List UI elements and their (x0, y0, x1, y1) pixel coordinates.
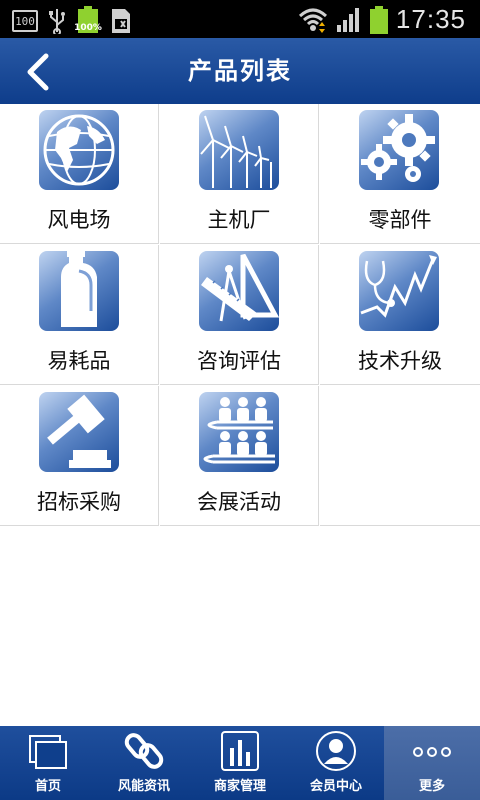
battery-icon (369, 5, 388, 34)
stethoscope-graph-icon (359, 251, 439, 331)
tab-label: 更多 (418, 779, 445, 794)
signal-strength-icon (336, 7, 359, 32)
product-item-oem[interactable]: 主机厂 (160, 104, 319, 244)
product-grid: 风电场 主机厂 零部件 易耗品 咨询评估 技术升级 招标采购 会展活动 (0, 104, 480, 527)
drafting-tools-icon (199, 251, 279, 331)
product-item-tech-upgrade[interactable]: 技术升级 (320, 245, 480, 385)
link-icon (124, 733, 164, 769)
globe-icon (39, 110, 119, 190)
product-label: 主机厂 (207, 208, 271, 232)
product-label: 零部件 (368, 208, 432, 232)
gears-icon (359, 110, 439, 190)
home-pages-icon (29, 735, 67, 769)
user-icon (316, 731, 356, 771)
page-title: 产品列表 (188, 57, 292, 85)
bar-chart-icon (221, 731, 259, 771)
product-item-consulting[interactable]: 咨询评估 (160, 245, 319, 385)
tab-home[interactable]: 首页 (0, 726, 96, 800)
more-dots-icon (413, 747, 451, 757)
product-item-consumables[interactable]: 易耗品 (0, 245, 159, 385)
usb-icon (49, 9, 65, 34)
app-header: 产品列表 (0, 38, 480, 104)
wind-turbines-icon (199, 110, 279, 190)
product-label: 风电场 (47, 208, 111, 232)
product-label: 技术升级 (358, 349, 442, 373)
tab-member-center[interactable]: 会员中心 (288, 726, 384, 800)
battery-full-icon: 100% (74, 6, 102, 36)
status-bar: 100 100% 17:35 (0, 0, 480, 38)
gavel-icon (39, 392, 119, 472)
product-item-components[interactable]: 零部件 (320, 104, 480, 244)
product-label: 易耗品 (47, 349, 111, 373)
meeting-icon (199, 392, 279, 472)
product-item-wind-farm[interactable]: 风电场 (0, 104, 159, 244)
tab-wind-news[interactable]: 风能资讯 (96, 726, 192, 800)
tab-label: 商家管理 (213, 779, 266, 794)
wifi-icon (298, 8, 327, 33)
bottom-tab-bar: 首页 风能资讯 商家管理 会员中心 更多 (0, 726, 480, 800)
clock: 17:35 (395, 4, 466, 34)
product-label: 咨询评估 (197, 349, 281, 373)
storage-indicator-icon: 100 (12, 10, 38, 32)
bottle-icon (39, 251, 119, 331)
product-label: 会展活动 (197, 490, 281, 514)
tab-more[interactable]: 更多 (384, 726, 480, 800)
tab-label: 首页 (34, 779, 61, 794)
product-item-exhibitions[interactable]: 会展活动 (160, 386, 319, 526)
tab-label: 风能资讯 (117, 779, 170, 794)
empty-cell (320, 386, 480, 526)
tab-merchant-management[interactable]: 商家管理 (192, 726, 288, 800)
tab-label: 会员中心 (309, 779, 362, 794)
product-label: 招标采购 (37, 490, 121, 514)
product-item-bidding[interactable]: 招标采购 (0, 386, 159, 526)
sim-card-icon (112, 9, 130, 33)
battery-percent-label: 100% (74, 23, 102, 33)
